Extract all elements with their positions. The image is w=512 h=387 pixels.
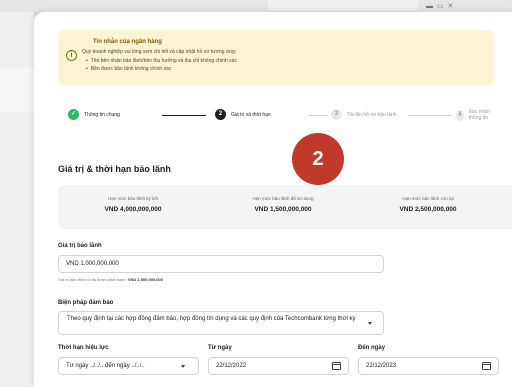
browser-tab-area [268, 0, 418, 12]
guarantee-measure-value: Theo quy định tại các hợp đồng đảm bảo, … [67, 316, 356, 322]
limit-used: Hạn mức bảo lãnh đã sử dụng VND 1,500,00… [208, 196, 358, 213]
to-date-input[interactable]: 22/12/2023 [358, 357, 499, 375]
guarantee-measure-label: Biện pháp đảm bảo [58, 300, 114, 306]
window-controls-icon: ▬ ▭ ✕ [426, 3, 455, 10]
to-date-value: 22/12/2023 [366, 363, 397, 369]
limits-summary: Hạn mức bảo lãnh ký kết VND 4,000,000,00… [58, 185, 512, 229]
form-panel: i Tin nhắn của ngân hàng Quý doanh nghiệ… [34, 12, 512, 387]
step-label: Xác nhận thông tin [468, 109, 490, 121]
limit-signed: Hạn mức bảo lãnh ký kết VND 4,000,000,00… [58, 196, 208, 213]
calendar-icon[interactable] [332, 362, 341, 370]
guarantee-value-input[interactable]: VND 1,000,000,000 [58, 255, 384, 273]
notice-title: Tin nhắn của ngân hàng [93, 39, 162, 45]
step-label: Thông tin chung [84, 111, 120, 118]
notice-item: Bên được bảo lãnh không chính xác [86, 65, 237, 73]
step-connector [408, 115, 452, 116]
from-date-input[interactable]: 22/12/2022 [208, 357, 349, 375]
hint-value: VND 2,500,000,000 [127, 277, 163, 282]
step-value-and-term[interactable]: 2 Giá trị và thời hạn [215, 109, 271, 120]
sidebar-item [0, 68, 34, 112]
section-title: Giá trị & thời hạn bảo lãnh [58, 164, 171, 174]
guarantee-value-label: Giá trị bảo lãnh [58, 243, 102, 249]
step-label: Tải lên hồ sơ bảo lãnh [347, 111, 397, 118]
info-icon: i [66, 50, 77, 61]
from-date-label: Từ ngày [208, 345, 232, 351]
notice-description: Quý doanh nghiệp vui lòng xem chi tiết v… [82, 49, 237, 55]
check-icon: ✓ [68, 109, 79, 120]
step-number: 3 [331, 109, 342, 120]
step-confirm-info[interactable]: 4 Xác nhận thông tin [456, 109, 498, 121]
step-connector [162, 115, 206, 116]
from-date-value: 22/12/2022 [216, 363, 247, 369]
notice-list: Tên bên nhận bảo lãnh/bên thụ hưởng và đ… [86, 57, 237, 73]
notice-item: Tên bên nhận bảo lãnh/bên thụ hưởng và đ… [86, 57, 237, 65]
background-sidebar [0, 12, 34, 387]
guarantee-value-hint: Giá trị bảo lãnh tối đa được phát hành: … [58, 277, 163, 282]
bank-message-notice: i Tin nhắn của ngân hàng Quý doanh nghiệ… [58, 30, 494, 85]
limit-value: VND 2,500,000,000 [399, 206, 457, 213]
step-number: 2 [215, 109, 226, 120]
limit-value: VND 1,500,000,000 [254, 206, 312, 213]
step-indicator-badge: 2 [292, 133, 344, 185]
progress-stepper: ✓ Thông tin chung 2 Giá trị và thời hạn … [68, 109, 498, 123]
calendar-icon[interactable] [482, 362, 491, 370]
step-number: 4 [456, 109, 464, 121]
step-label: Giá trị và thời hạn [231, 111, 271, 118]
validity-label: Thời hạn hiệu lực [58, 345, 109, 351]
guarantee-measure-select[interactable]: Theo quy định tại các hợp đồng đảm bảo, … [58, 311, 384, 335]
validity-select[interactable]: Từ ngày ../../.. đến ngày ../../.. [58, 357, 199, 375]
limit-value: VND 4,000,000,000 [104, 206, 162, 213]
validity-value: Từ ngày ../../.. đến ngày ../../.. [66, 363, 145, 369]
limit-label: Hạn mức bảo lãnh ký kết [107, 196, 159, 201]
limit-label: Hạn mức bảo lãnh còn lại [402, 196, 454, 201]
chevron-down-icon [368, 322, 372, 325]
step-connector [308, 115, 328, 116]
hint-text: Giá trị bảo lãnh tối đa được phát hành: [58, 277, 127, 282]
limit-remaining: Hạn mức bảo lãnh còn lại VND 2,500,000,0… [358, 196, 498, 213]
step-upload-documents[interactable]: 3 Tải lên hồ sơ bảo lãnh [331, 109, 397, 120]
step-general-info[interactable]: ✓ Thông tin chung [68, 109, 120, 120]
to-date-label: Đến ngày [358, 345, 386, 351]
limit-label: Hạn mức bảo lãnh đã sử dụng [252, 196, 314, 201]
chevron-down-icon [181, 365, 185, 368]
